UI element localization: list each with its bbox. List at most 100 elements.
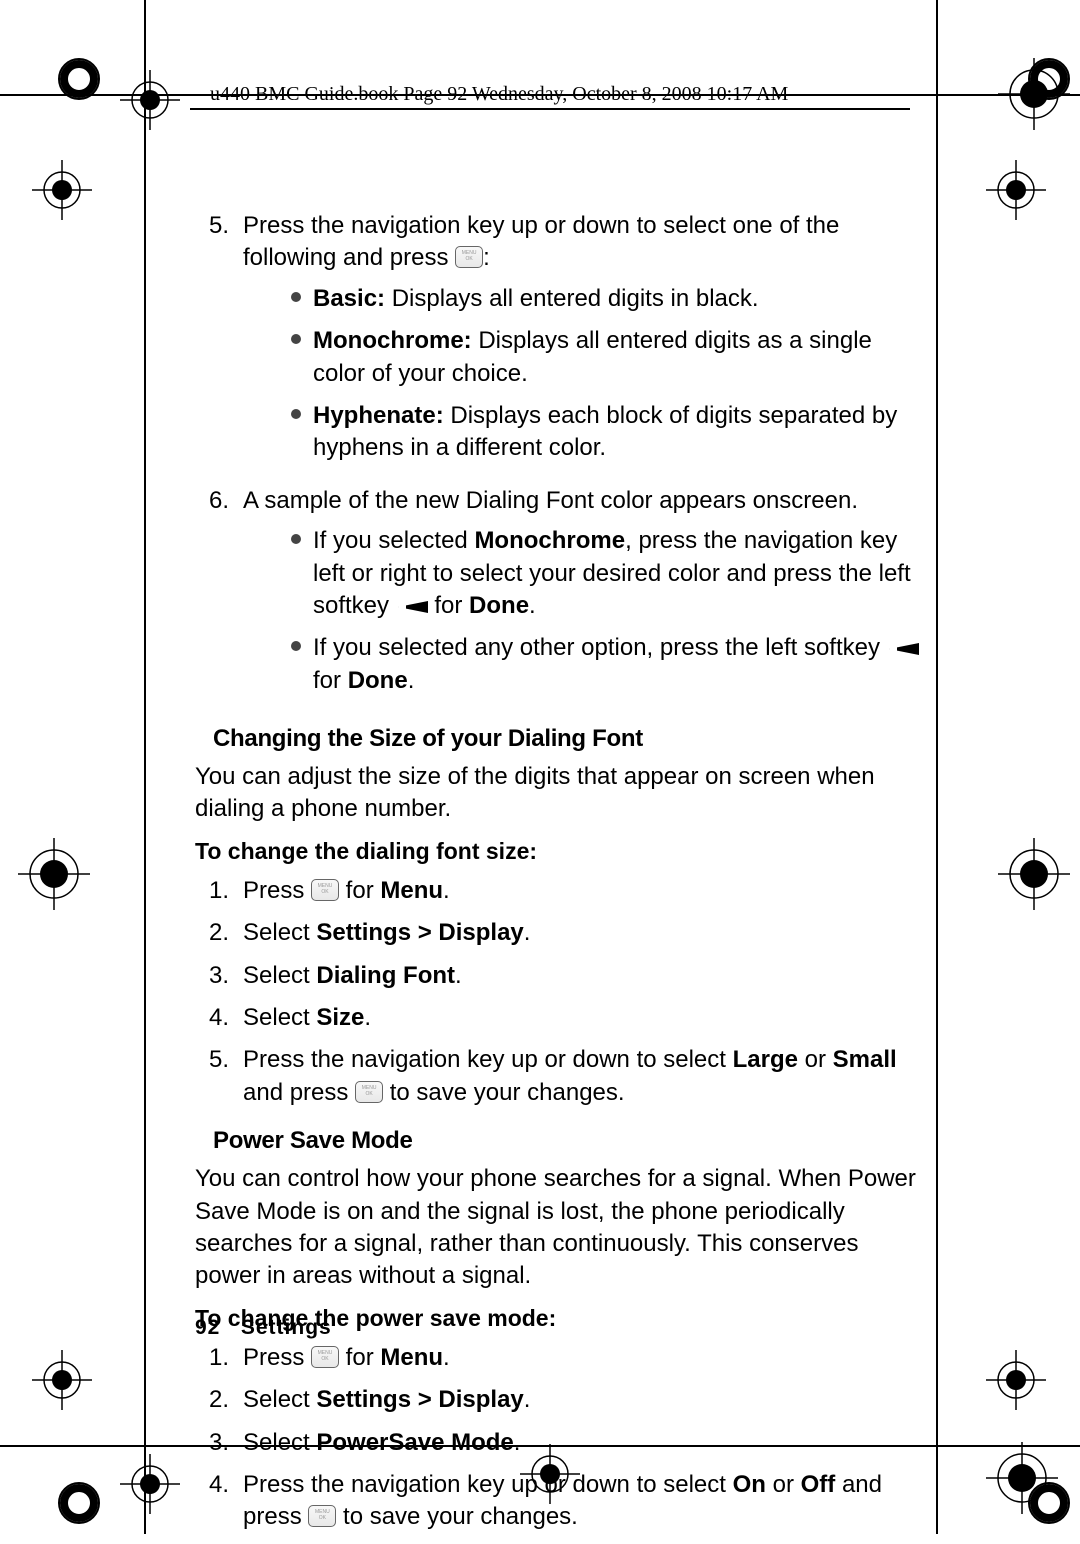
step-number: 1.	[195, 875, 229, 907]
registration-mark-bl	[55, 1479, 103, 1527]
step-text: for	[339, 877, 380, 904]
bullet-if-other: If you selected any other option, press …	[291, 632, 925, 697]
crop-mark-icon	[18, 838, 90, 910]
sec1-step-1: 1. Press for Menu.	[195, 875, 925, 907]
registration-mark-tl	[55, 55, 103, 103]
bullet-label: Basic:	[313, 285, 385, 312]
bullet-bold: Done	[469, 592, 529, 619]
step-bold: Settings > Display	[316, 1386, 523, 1413]
bullet-text: .	[529, 592, 536, 619]
menu-ok-button-icon	[311, 879, 339, 901]
bullet-icon	[291, 534, 301, 544]
bullet-text: If you selected any other option, press …	[313, 634, 887, 661]
menu-ok-button-icon	[355, 1081, 383, 1103]
bullet-text: .	[408, 667, 415, 694]
crop-mark-icon	[120, 1454, 180, 1514]
step-text: Press	[243, 1344, 311, 1371]
step-text: Press the navigation key up or down to s…	[243, 1046, 733, 1073]
step-text: Select	[243, 1429, 316, 1456]
step-number: 6.	[195, 485, 229, 707]
top-rule-2	[190, 108, 910, 110]
step-number: 2.	[195, 917, 229, 949]
bullet-icon	[291, 292, 301, 302]
menu-ok-button-icon	[455, 246, 483, 268]
sec1-step-3: 3. Select Dialing Font.	[195, 960, 925, 992]
section-paragraph: You can adjust the size of the digits th…	[195, 761, 925, 826]
step-bold: Menu	[380, 877, 443, 904]
step-number: 3.	[195, 960, 229, 992]
menu-ok-button-icon	[308, 1505, 336, 1527]
bullet-bold: Monochrome	[474, 527, 625, 554]
page-footer: 92 Settings	[195, 1316, 332, 1340]
bullet-text: Displays all entered digits in black.	[385, 285, 759, 312]
step-bold: Off	[801, 1471, 836, 1498]
step-bold: On	[733, 1471, 766, 1498]
sec2-step-1: 1. Press for Menu.	[195, 1342, 925, 1374]
step-number: 4.	[195, 1002, 229, 1034]
step-text: Press	[243, 877, 311, 904]
crop-mark-icon	[998, 58, 1070, 130]
right-rule	[936, 0, 938, 1534]
sec1-step-4: 4. Select Size.	[195, 1002, 925, 1034]
step-text: .	[455, 962, 462, 989]
crop-mark-icon	[986, 160, 1046, 220]
bullet-bold: Done	[348, 667, 408, 694]
step-text: Press the navigation key up or down to s…	[243, 1471, 733, 1498]
page-content: 5. Press the navigation key up or down t…	[195, 210, 925, 1544]
crop-mark-icon	[986, 1350, 1046, 1410]
left-softkey-icon	[396, 592, 428, 608]
crop-mark-icon	[32, 1350, 92, 1410]
step-number: 3.	[195, 1427, 229, 1459]
step-text: .	[443, 1344, 450, 1371]
page-number: 92	[195, 1316, 220, 1339]
step-text: .	[514, 1429, 521, 1456]
step-text: A sample of the new Dialing Font color a…	[243, 487, 858, 514]
step-bold: PowerSave Mode	[316, 1429, 513, 1456]
footer-section: Settings	[241, 1316, 332, 1339]
sec1-step-2: 2. Select Settings > Display.	[195, 917, 925, 949]
step-text: :	[483, 244, 490, 271]
bullet-basic: Basic: Displays all entered digits in bl…	[291, 283, 925, 315]
step-bold: Size	[316, 1004, 364, 1031]
step-5: 5. Press the navigation key up or down t…	[195, 210, 925, 475]
step-text: Select	[243, 1004, 316, 1031]
step-6: 6. A sample of the new Dialing Font colo…	[195, 485, 925, 707]
menu-ok-button-icon	[311, 1346, 339, 1368]
step-text: to save your changes.	[336, 1503, 577, 1530]
step-bold: Menu	[380, 1344, 443, 1371]
left-rule	[144, 0, 146, 1534]
bullet-label: Hyphenate:	[313, 402, 444, 429]
section-paragraph: You can control how your phone searches …	[195, 1163, 925, 1293]
step-bold: Dialing Font	[316, 962, 455, 989]
crop-mark-icon	[32, 160, 92, 220]
step-text: .	[443, 877, 450, 904]
step-text: to save your changes.	[383, 1079, 624, 1106]
bullet-label: Monochrome:	[313, 327, 472, 354]
bullet-icon	[291, 641, 301, 651]
step-number: 5.	[195, 1044, 229, 1109]
step-bold: Small	[833, 1046, 897, 1073]
step-text: .	[524, 1386, 531, 1413]
bullet-text: for	[313, 667, 348, 694]
step-text: or	[798, 1046, 833, 1073]
step-text: and press	[243, 1079, 355, 1106]
step-text: Select	[243, 1386, 316, 1413]
bullet-text: for	[428, 592, 469, 619]
step-number: 2.	[195, 1384, 229, 1416]
step-text: Select	[243, 962, 316, 989]
step-text: Press the navigation key up or down to s…	[243, 212, 839, 271]
page-header: u440 BMC Guide.book Page 92 Wednesday, O…	[210, 83, 788, 106]
crop-mark-icon	[986, 1442, 1058, 1514]
crop-mark-icon	[998, 838, 1070, 910]
step-number: 5.	[195, 210, 229, 475]
left-softkey-icon	[887, 634, 919, 650]
bullet-text: If you selected	[313, 527, 474, 554]
sec2-step-3: 3. Select PowerSave Mode.	[195, 1427, 925, 1459]
subheading-dialing-font-size: To change the dialing font size:	[195, 838, 925, 865]
bullet-icon	[291, 409, 301, 419]
step-number: 4.	[195, 1469, 229, 1534]
bullet-if-monochrome: If you selected Monochrome, press the na…	[291, 525, 925, 622]
step-text: for	[339, 1344, 380, 1371]
step-bold: Large	[733, 1046, 798, 1073]
step-number: 1.	[195, 1342, 229, 1374]
